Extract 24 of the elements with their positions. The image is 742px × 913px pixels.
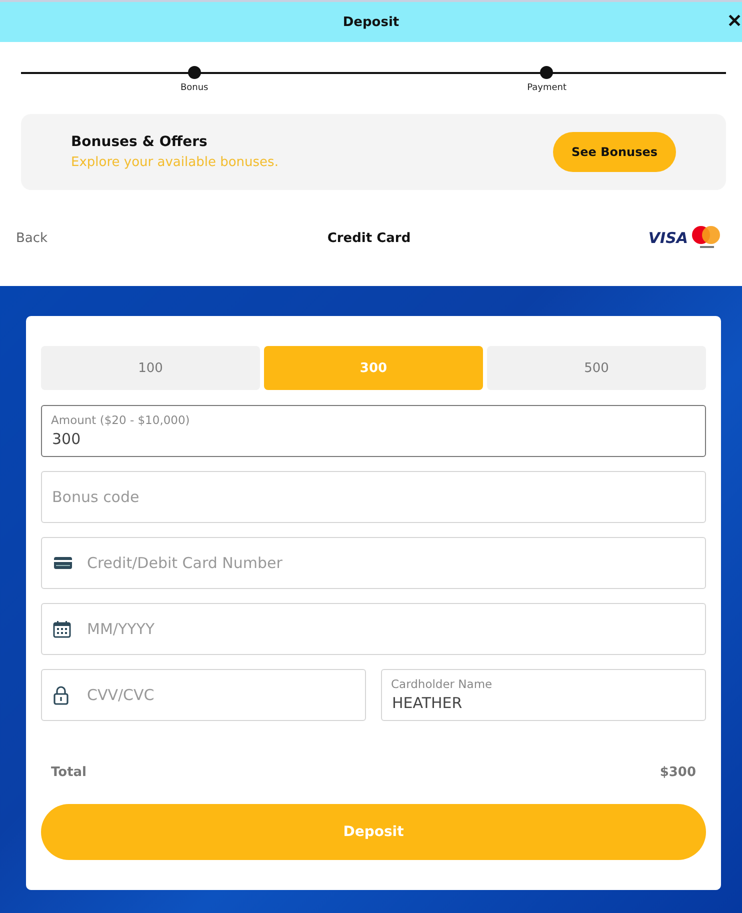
amount-preset[interactable]: 100: [41, 346, 260, 390]
input-field[interactable]: CVV/CVC: [41, 669, 366, 721]
back-link[interactable]: Back: [16, 230, 116, 246]
field-label: Amount ($20 - $10,000): [51, 413, 190, 427]
input-field[interactable]: Credit/Debit Card Number: [41, 537, 706, 589]
bonus-title: Bonuses & Offers: [71, 134, 208, 150]
input-field[interactable]: MM/YYYY: [41, 603, 706, 655]
close-button[interactable]: ✕: [725, 10, 742, 32]
card-brand-logo: VISA: [648, 229, 688, 247]
field-label: Cardholder Name: [391, 677, 492, 691]
method-title: Credit Card: [327, 230, 411, 246]
amount-preset[interactable]: 500: [487, 346, 706, 390]
step-label: Bonus: [180, 83, 208, 93]
see-bonuses-button[interactable]: See Bonuses: [553, 132, 676, 172]
circles-logo-icon: [690, 225, 722, 251]
credit-card-icon: [53, 555, 73, 571]
lock-icon: [53, 685, 69, 705]
total-label: Total: [51, 765, 87, 780]
step-label: Payment: [527, 83, 567, 93]
input-field[interactable]: Bonus code: [41, 471, 706, 523]
bonus-subtitle: Explore your available bonuses.: [71, 155, 278, 170]
total-value: $300: [660, 765, 696, 780]
window-title: Deposit: [342, 14, 400, 30]
calendar-icon: [53, 620, 71, 638]
